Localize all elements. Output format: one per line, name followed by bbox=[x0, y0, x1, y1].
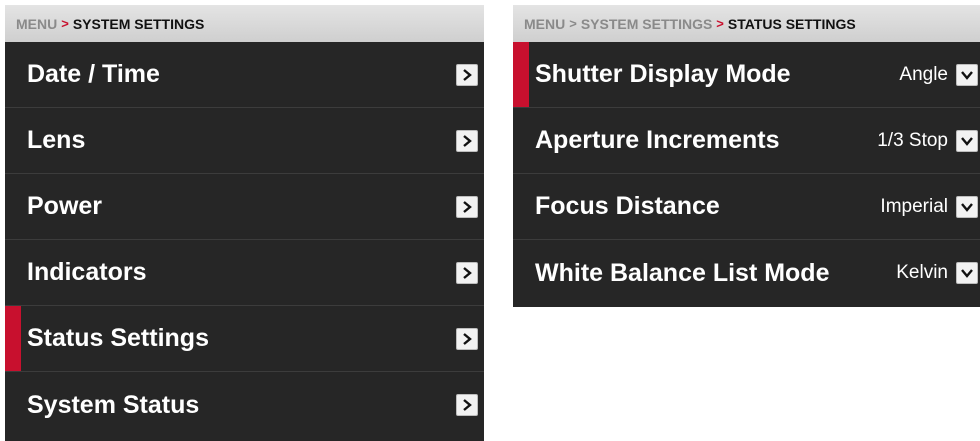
menu-item-label: Date / Time bbox=[27, 60, 160, 88]
menu-item-date-time[interactable]: Date / Time bbox=[5, 42, 484, 108]
setting-label: Focus Distance bbox=[535, 192, 720, 220]
status-settings-panel: MENU > SYSTEM SETTINGS > STATUS SETTINGS… bbox=[513, 5, 980, 307]
chevron-right-icon[interactable] bbox=[456, 394, 478, 416]
menu-item-lens[interactable]: Lens bbox=[5, 108, 484, 174]
system-settings-panel: MENU > SYSTEM SETTINGS Date / Time Lens … bbox=[5, 5, 484, 441]
setting-value[interactable]: Kelvin bbox=[896, 262, 948, 284]
chevron-right-icon[interactable] bbox=[456, 195, 478, 218]
setting-label: Shutter Display Mode bbox=[535, 60, 791, 88]
setting-shutter-display-mode[interactable]: Shutter Display Mode Angle bbox=[513, 42, 980, 108]
selection-indicator bbox=[513, 42, 529, 107]
setting-label: Aperture Increments bbox=[535, 126, 780, 154]
setting-focus-distance[interactable]: Focus Distance Imperial bbox=[513, 174, 980, 240]
breadcrumb: MENU > SYSTEM SETTINGS bbox=[5, 5, 484, 42]
breadcrumb-current: STATUS SETTINGS bbox=[727, 15, 856, 32]
menu-item-power[interactable]: Power bbox=[5, 174, 484, 240]
chevron-right-icon[interactable] bbox=[456, 261, 478, 284]
chevron-down-icon[interactable] bbox=[956, 195, 978, 218]
menu-item-label: Lens bbox=[27, 126, 86, 154]
chevron-right-icon[interactable] bbox=[456, 129, 478, 152]
setting-value[interactable]: Imperial bbox=[880, 196, 948, 218]
breadcrumb-current: SYSTEM SETTINGS bbox=[72, 15, 205, 32]
breadcrumb-separator: > bbox=[61, 16, 69, 31]
breadcrumb-parent[interactable]: SYSTEM SETTINGS bbox=[581, 16, 712, 32]
setting-label: White Balance List Mode bbox=[535, 258, 830, 287]
menu-item-indicators[interactable]: Indicators bbox=[5, 240, 484, 306]
breadcrumb-separator: > bbox=[569, 16, 577, 31]
chevron-down-icon[interactable] bbox=[956, 129, 978, 152]
chevron-right-icon[interactable] bbox=[456, 63, 478, 86]
breadcrumb-separator: > bbox=[716, 16, 724, 31]
menu-item-label: Status Settings bbox=[27, 324, 209, 352]
breadcrumb-root[interactable]: MENU bbox=[16, 16, 57, 32]
chevron-down-icon[interactable] bbox=[956, 63, 978, 86]
chevron-down-icon[interactable] bbox=[956, 262, 978, 284]
setting-white-balance-list-mode[interactable]: White Balance List Mode Kelvin bbox=[513, 240, 980, 306]
setting-value[interactable]: 1/3 Stop bbox=[877, 130, 948, 152]
menu-item-system-status[interactable]: System Status bbox=[5, 372, 484, 438]
breadcrumb-root[interactable]: MENU bbox=[524, 16, 565, 32]
menu-item-label: System Status bbox=[27, 390, 200, 419]
menu-item-status-settings[interactable]: Status Settings bbox=[5, 306, 484, 372]
setting-aperture-increments[interactable]: Aperture Increments 1/3 Stop bbox=[513, 108, 980, 174]
setting-value[interactable]: Angle bbox=[899, 64, 948, 86]
chevron-right-icon[interactable] bbox=[456, 327, 478, 350]
menu-item-label: Indicators bbox=[27, 258, 147, 286]
breadcrumb: MENU > SYSTEM SETTINGS > STATUS SETTINGS bbox=[513, 5, 980, 42]
menu-item-label: Power bbox=[27, 192, 103, 220]
selection-indicator bbox=[5, 306, 21, 371]
